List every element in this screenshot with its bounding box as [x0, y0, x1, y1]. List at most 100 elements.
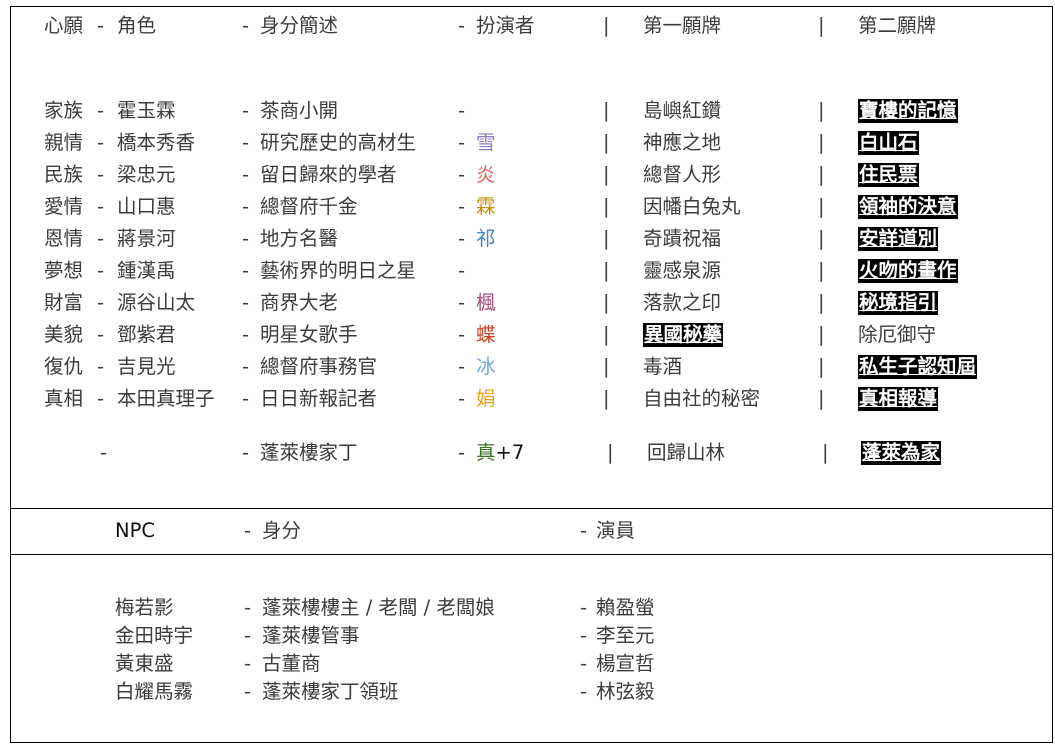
row-identity: 研究歷史的高材生 [260, 131, 417, 154]
row-role: 鄧紫君 [117, 323, 176, 346]
row-wish: 復仇 [44, 355, 84, 378]
row-dash: - [242, 441, 250, 464]
header-card2: 第二願牌 [858, 14, 937, 37]
header-card1: 第一願牌 [643, 14, 722, 37]
row-separator: | [818, 227, 825, 250]
row-actor: 祁 [476, 227, 496, 250]
row-dash: - [458, 227, 466, 250]
row-dash: - [242, 227, 250, 250]
row-card1: 落款之印 [643, 291, 722, 314]
row-dash: - [97, 163, 105, 186]
npc-actor: 賴盈螢 [596, 596, 655, 619]
row-wish: 夢想 [44, 259, 84, 282]
row-separator: | [818, 291, 825, 314]
npc-dash: - [244, 680, 252, 703]
row-dash: - [458, 99, 466, 122]
row-separator: | [818, 259, 825, 282]
row-card2: 真相報導 [858, 387, 939, 411]
row-dash: - [458, 195, 466, 218]
header-separator: | [818, 14, 825, 37]
row-card1: 異國秘藥 [643, 323, 724, 347]
row-dash: - [242, 355, 250, 378]
row-wish: - [100, 441, 108, 464]
row-wish: 美貌 [44, 323, 84, 346]
row-card2: 安詳道別 [858, 227, 939, 251]
row-dash: - [242, 163, 250, 186]
row-dash: - [97, 355, 105, 378]
row-actor: 真+7 [476, 441, 524, 465]
row-card1: 因幡白兔丸 [643, 195, 741, 218]
row-separator: | [603, 323, 610, 346]
row-separator: | [603, 227, 610, 250]
row-card1: 島嶼紅鑽 [643, 99, 722, 122]
row-actor: 蝶 [476, 323, 496, 346]
row-separator: | [818, 195, 825, 218]
header-dash: - [97, 14, 105, 37]
section-divider [10, 554, 1053, 555]
row-dash: - [242, 323, 250, 346]
row-separator: | [603, 387, 610, 410]
row-card1: 神應之地 [643, 131, 722, 154]
row-dash: - [97, 131, 105, 154]
row-dash: - [242, 195, 250, 218]
row-role: 霍玉霖 [117, 99, 176, 122]
npc-header-identity: 身分 [262, 519, 302, 542]
row-separator: | [603, 131, 610, 154]
row-dash: - [458, 387, 466, 410]
row-card2: 除厄御守 [858, 323, 937, 346]
row-separator: | [818, 355, 825, 378]
row-card2: 寶樓的記憶 [858, 99, 958, 123]
npc-dash: - [244, 596, 252, 619]
row-separator: | [818, 163, 825, 186]
row-actor: 楓 [476, 291, 496, 314]
row-identity: 明星女歌手 [260, 323, 358, 346]
row-separator: | [603, 355, 610, 378]
row-card1: 總督人形 [643, 163, 722, 186]
row-dash: - [458, 163, 466, 186]
row-separator: | [603, 163, 610, 186]
npc-header-dash: - [244, 519, 252, 542]
row-card1: 自由社的秘密 [643, 387, 761, 410]
header-separator: | [603, 14, 610, 37]
npc-name: 梅若影 [115, 596, 174, 619]
row-wish: 民族 [44, 163, 84, 186]
row-card2: 火吻的畫作 [858, 259, 958, 283]
row-wish: 恩情 [44, 227, 84, 250]
row-identity: 總督府千金 [260, 195, 358, 218]
row-actor: 霖 [476, 195, 496, 218]
row-identity: 地方名醫 [260, 227, 339, 250]
header-wish: 心願 [44, 14, 84, 37]
row-dash: - [97, 195, 105, 218]
row-wish: 真相 [44, 387, 84, 410]
row-dash: - [97, 323, 105, 346]
row-dash: - [458, 323, 466, 346]
row-actor: 雪 [476, 131, 496, 154]
row-separator: | [818, 131, 825, 154]
row-role: 山口惠 [117, 195, 176, 218]
row-card1: 靈感泉源 [643, 259, 722, 282]
header-identity: 身分簡述 [260, 14, 339, 37]
row-separator: | [603, 195, 610, 218]
npc-header-dash: - [580, 519, 588, 542]
row-dash: - [458, 131, 466, 154]
npc-dash: - [580, 652, 588, 675]
npc-actor: 楊宣哲 [596, 652, 655, 675]
row-separator: | [818, 387, 825, 410]
row-role: 鍾漢禹 [117, 259, 176, 282]
header-dash: - [458, 14, 466, 37]
row-separator: | [818, 99, 825, 122]
header-dash: - [242, 14, 250, 37]
npc-dash: - [580, 680, 588, 703]
row-identity: 留日歸來的學者 [260, 163, 397, 186]
header-actor: 扮演者 [476, 14, 535, 37]
row-dash: - [97, 259, 105, 282]
row-dash: - [242, 259, 250, 282]
row-actor: 娟 [476, 387, 496, 410]
row-card2: 領袖的決意 [858, 195, 958, 219]
row-actor: 炎 [476, 163, 496, 186]
row-card1: 奇蹟祝福 [643, 227, 722, 250]
row-separator: | [822, 441, 829, 464]
npc-name: 金田時宇 [115, 624, 194, 647]
npc-identity: 蓬萊樓管事 [262, 624, 360, 647]
npc-dash: - [580, 624, 588, 647]
